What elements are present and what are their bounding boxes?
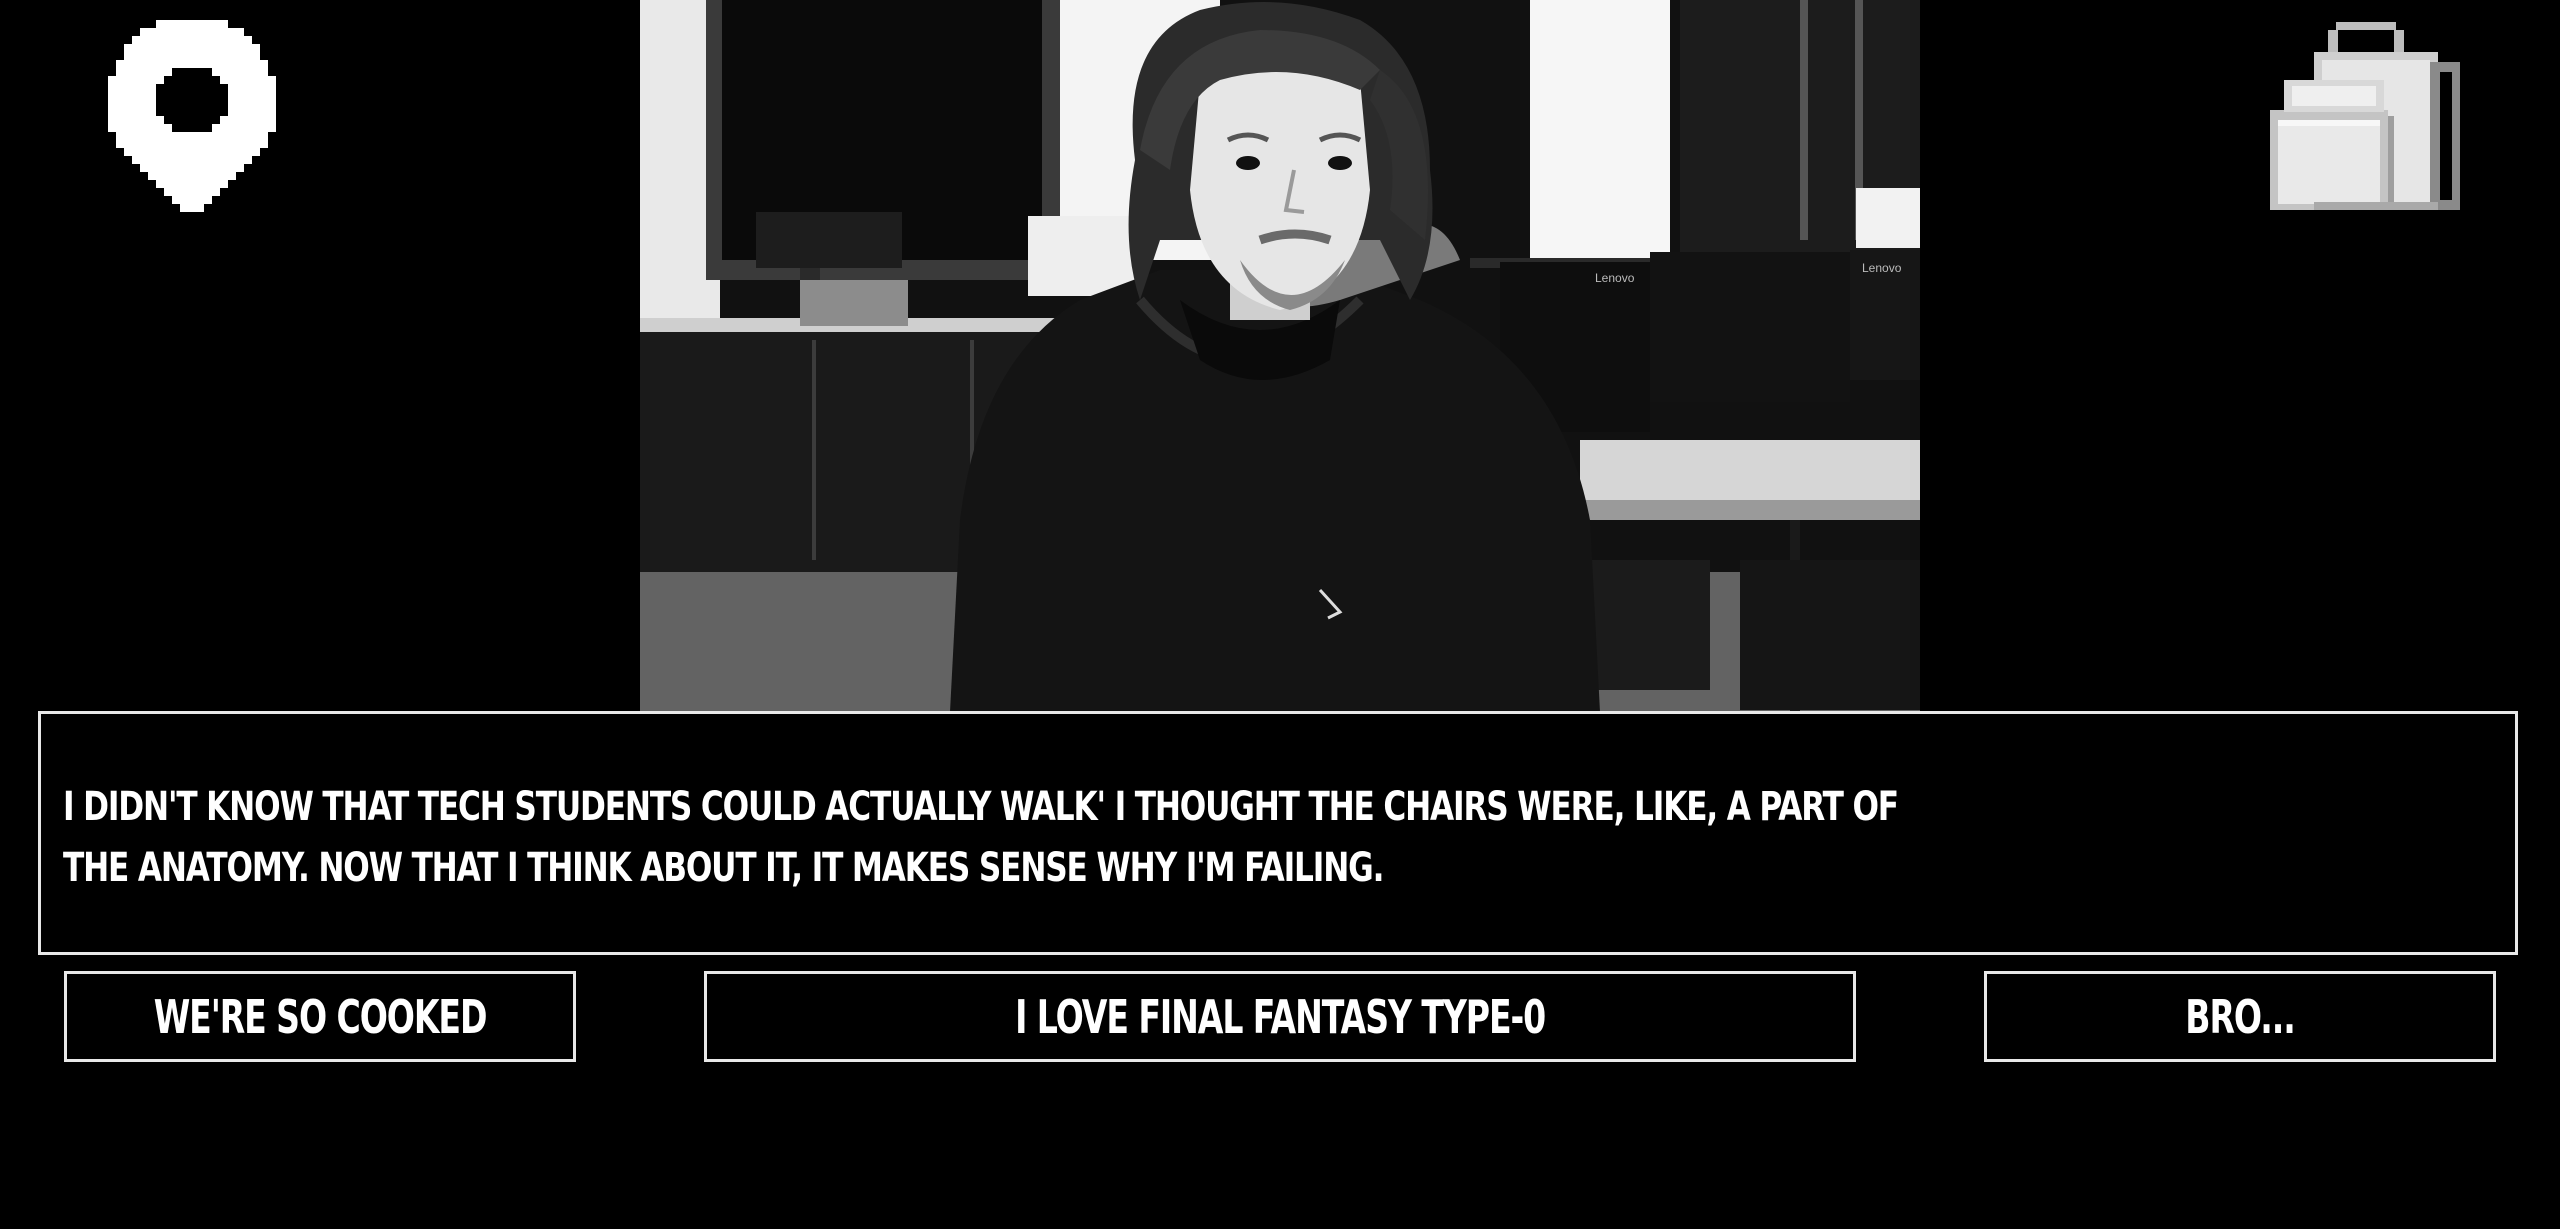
game-screen: Lenovo Lenovo I DIDN'T KNOW THAT TECH ST…: [0, 0, 2560, 1229]
monitor-brand-label-2: Lenovo: [1862, 261, 1902, 275]
choice-button-bro[interactable]: BRO...: [1984, 971, 2496, 1062]
choice-button-final-fantasy[interactable]: I LOVE FINAL FANTASY TYPE-0: [704, 971, 1856, 1062]
choice-label: BRO...: [2185, 989, 2296, 1044]
monitor-brand-label: Lenovo: [1595, 271, 1635, 285]
character-scene: Lenovo Lenovo: [640, 0, 1920, 712]
choice-label: I LOVE FINAL FANTASY TYPE-0: [1014, 989, 1546, 1044]
dialogue-text: I DIDN'T KNOW THAT TECH STUDENTS COULD A…: [63, 784, 1899, 891]
dialogue-box: I DIDN'T KNOW THAT TECH STUDENTS COULD A…: [38, 711, 2518, 955]
choice-button-were-so-cooked[interactable]: WE'RE SO COOKED: [64, 971, 576, 1062]
backpack-icon[interactable]: [2270, 20, 2466, 216]
choice-label: WE'RE SO COOKED: [153, 989, 488, 1044]
map-pin-icon[interactable]: [108, 20, 276, 212]
